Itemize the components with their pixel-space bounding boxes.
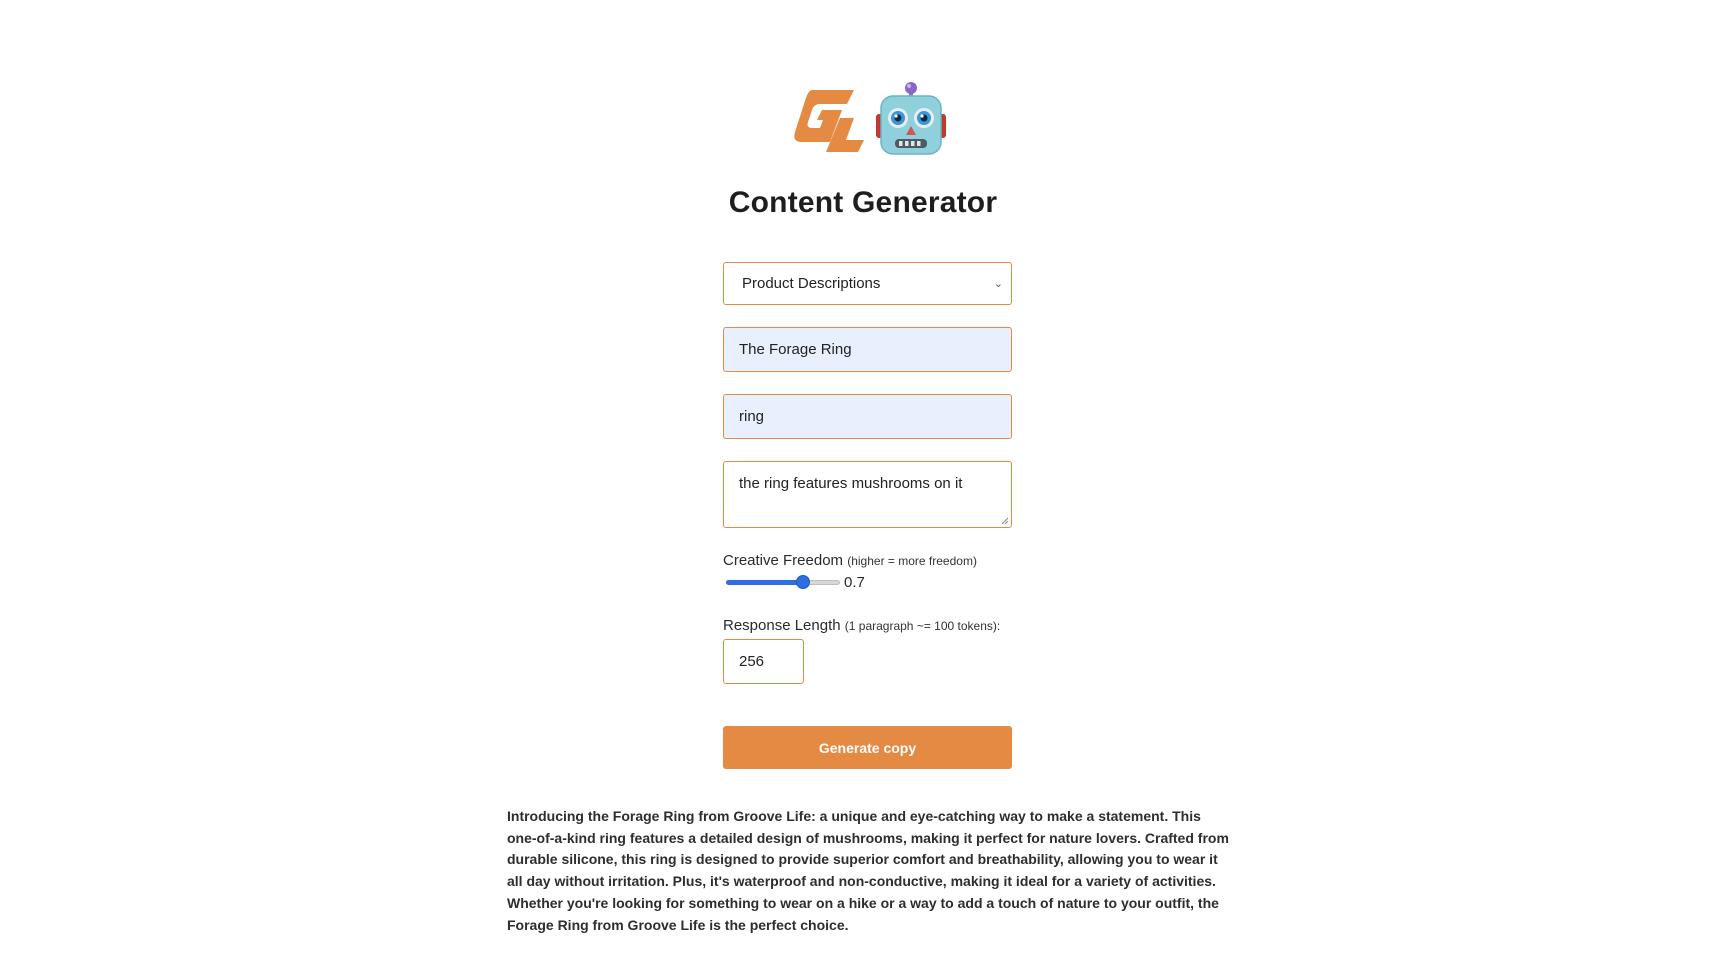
product-name-input[interactable]: The Forage Ring	[723, 327, 1012, 372]
creative-freedom-slider[interactable]	[726, 574, 840, 590]
robot-face-icon	[876, 82, 946, 155]
response-length-label-text: Response Length	[723, 617, 841, 634]
content-generator-app: Content Generator Product Descriptions ⌄…	[0, 0, 1726, 970]
logo-row	[786, 80, 946, 156]
generate-copy-button[interactable]: Generate copy	[723, 726, 1012, 769]
chevron-down-icon: ⌄	[993, 278, 1003, 290]
product-type-input[interactable]: ring	[723, 394, 1012, 439]
creative-freedom-value: 0.7	[844, 574, 865, 591]
slider-thumb[interactable]	[796, 575, 810, 589]
generated-output-text: Introducing the Forage Ring from Groove …	[507, 808, 1229, 933]
response-length-hint: (1 paragraph ~= 100 tokens):	[844, 619, 1001, 633]
content-type-selected: Product Descriptions	[742, 275, 881, 292]
creative-freedom-hint: (higher = more freedom)	[847, 554, 977, 568]
product-details-text: the ring features mushrooms on it	[739, 475, 963, 492]
resize-handle-icon[interactable]	[1001, 517, 1009, 525]
creative-freedom-label: Creative Freedom (higher = more freedom)	[723, 552, 977, 569]
response-length-label: Response Length (1 paragraph ~= 100 toke…	[723, 617, 1000, 634]
creative-freedom-label-text: Creative Freedom	[723, 552, 844, 569]
page-title: Content Generator	[728, 186, 998, 219]
slider-fill	[726, 580, 803, 585]
response-length-input[interactable]: 256	[723, 639, 804, 684]
content-type-select[interactable]: Product Descriptions ⌄	[723, 262, 1012, 305]
product-details-textarea[interactable]: the ring features mushrooms on it	[723, 461, 1012, 528]
groove-life-logo-icon	[794, 90, 864, 152]
